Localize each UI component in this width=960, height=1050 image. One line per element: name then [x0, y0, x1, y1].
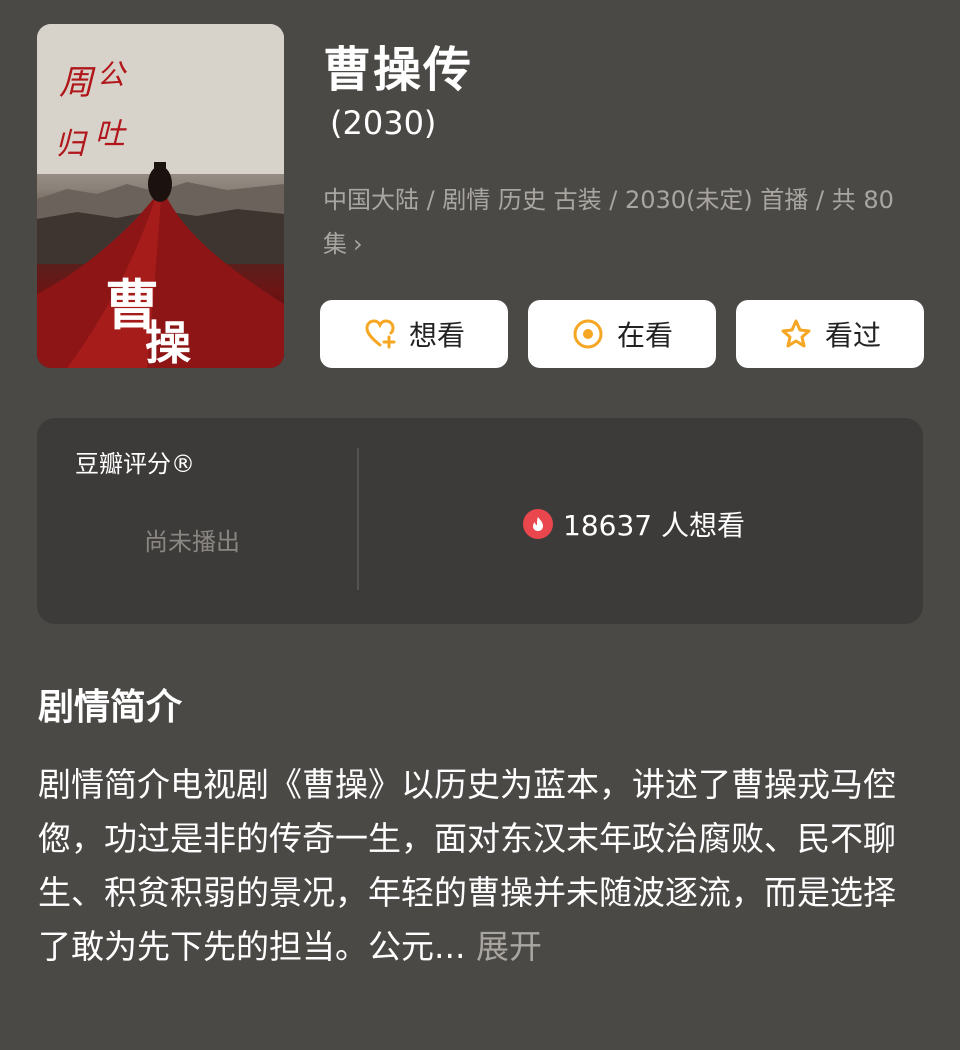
svg-text:吐: 吐 — [95, 117, 127, 152]
watching-button[interactable]: 在看 — [528, 300, 716, 368]
show-year: (2030) — [330, 104, 437, 142]
wish-count[interactable]: 18637 人想看 — [523, 504, 745, 544]
target-circle-icon — [573, 319, 603, 349]
poster-artwork: 周 公 归 吐 曹 操 — [37, 24, 284, 368]
rating-divider — [357, 448, 359, 590]
watched-button[interactable]: 看过 — [736, 300, 924, 368]
rating-title: 豆瓣评分® — [75, 450, 195, 478]
rating-card: 豆瓣评分® 尚未播出 18637 人想看 — [37, 418, 923, 624]
watched-label: 看过 — [824, 319, 881, 352]
show-meta[interactable]: 中国大陆 / 剧情 历史 古装 / 2030(未定) 首播 / 共 80集 › — [323, 178, 923, 266]
svg-text:公: 公 — [97, 58, 128, 91]
watching-label: 在看 — [616, 319, 673, 352]
chevron-right-icon: › — [353, 230, 363, 258]
poster-image[interactable]: 周 公 归 吐 曹 操 — [37, 24, 284, 368]
synopsis-body: 剧情简介电视剧《曹操》以历史为蓝本，讲述了曹操戎马倥偬，功过是非的传奇一生，面对… — [38, 758, 922, 974]
show-meta-text: 中国大陆 / 剧情 历史 古装 / 2030(未定) 首播 / 共 80集 — [323, 186, 894, 258]
rating-status: 尚未播出 — [144, 528, 240, 556]
star-outline-icon — [781, 319, 811, 348]
heart-plus-icon — [365, 319, 396, 349]
svg-text:周: 周 — [59, 63, 96, 103]
show-title: 曹操传 — [323, 42, 474, 98]
want-to-watch-label: 想看 — [408, 319, 465, 352]
synopsis-heading: 剧情简介 — [38, 687, 183, 728]
svg-text:操: 操 — [145, 316, 191, 368]
flame-icon — [523, 509, 553, 539]
synopsis-text: 剧情简介电视剧《曹操》以历史为蓝本，讲述了曹操戎马倥偬，功过是非的传奇一生，面对… — [38, 765, 896, 966]
svg-text:归: 归 — [55, 127, 88, 162]
wish-count-text: 18637 人想看 — [563, 509, 745, 542]
expand-link[interactable]: 展开 — [476, 927, 542, 966]
want-to-watch-button[interactable]: 想看 — [320, 300, 508, 368]
